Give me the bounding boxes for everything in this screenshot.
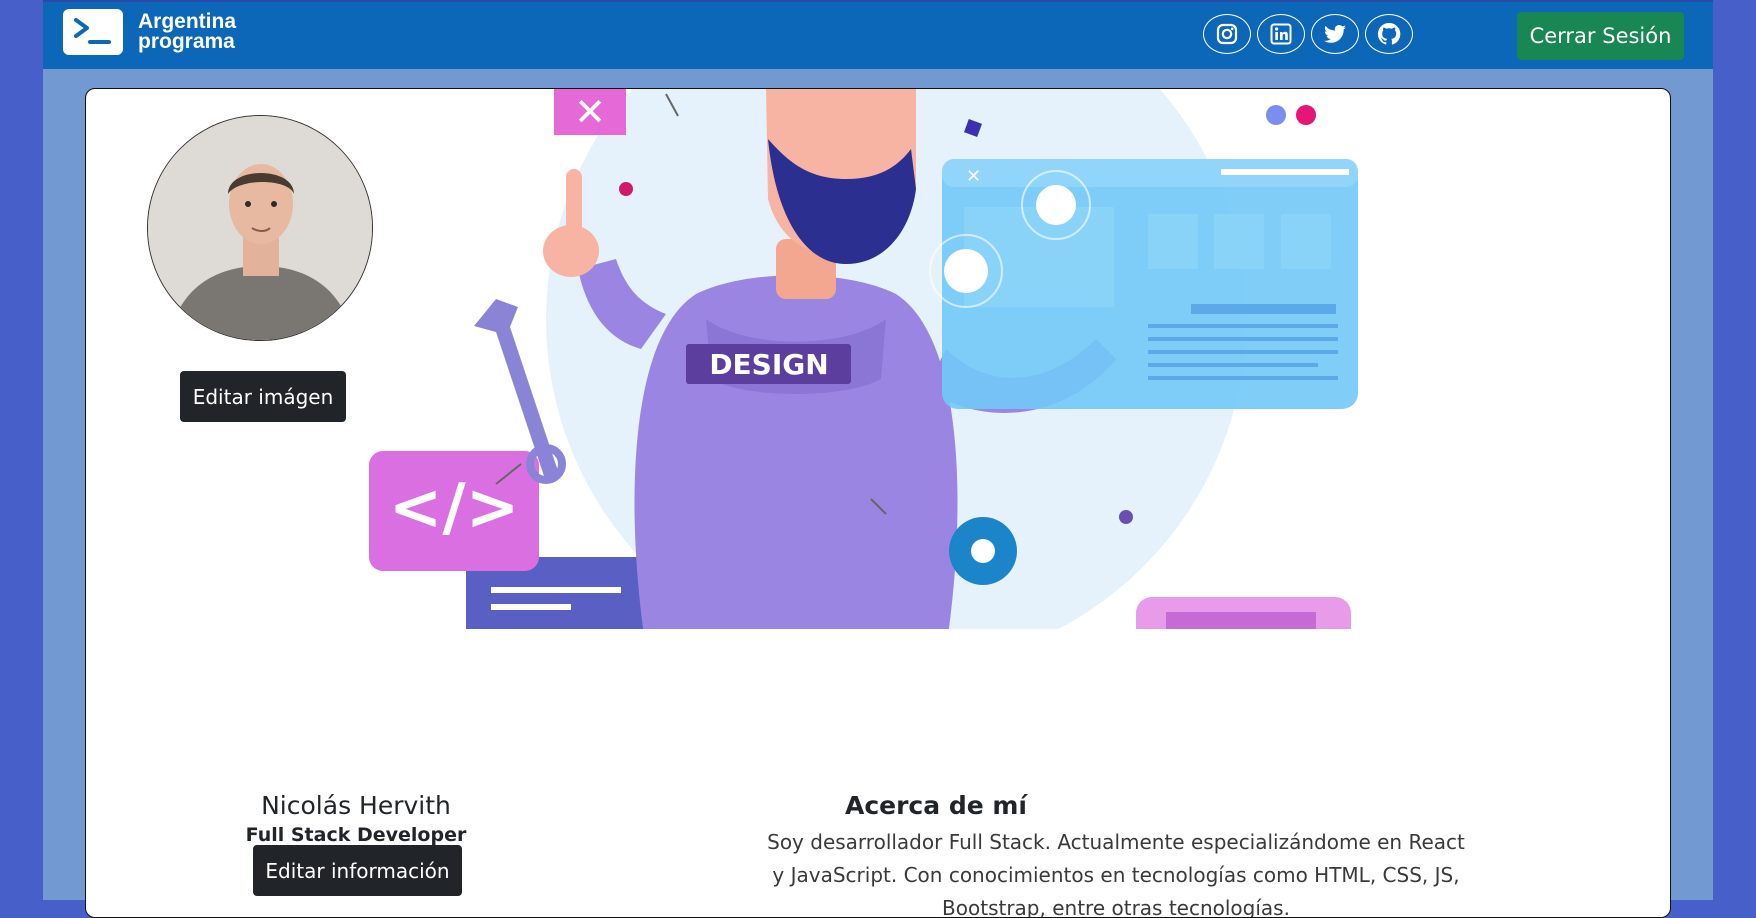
brand-logo[interactable]: Argentina programa [63,9,236,55]
brand-name: Argentina programa [138,10,237,53]
social-links [1203,14,1413,54]
profile-role: Full Stack Developer [245,824,467,846]
github-icon [1377,22,1401,45]
profile-name: Nicolás Hervith [261,791,451,820]
linkedin-link[interactable] [1257,14,1305,54]
instagram-link[interactable] [1203,14,1251,54]
brand-line-1: Argentina [138,10,237,33]
terminal-icon [63,9,123,55]
navbar: Argentina programa Cerrar Sesión [43,0,1713,69]
page-shell: Argentina programa Cerrar Sesión </> DES… [43,0,1713,918]
github-link[interactable] [1365,14,1413,54]
about-title: Acerca de mí [844,791,1028,820]
linkedin-icon [1270,23,1292,45]
about-text: Soy desarrollador Full Stack. Actualment… [767,830,1465,918]
twitter-link[interactable] [1311,14,1359,54]
profile-card: </> DESIGN ✕ ✕ Editar imágen Nicolás Her… [85,88,1671,918]
edit-info-button[interactable]: Editar información [253,845,462,896]
svg-text:✕: ✕ [574,90,606,134]
brand-line-2: programa [138,30,235,53]
twitter-icon [1324,25,1346,43]
shirt-label: DESIGN [709,348,828,381]
profile-avatar [147,115,373,341]
edit-image-button[interactable]: Editar imágen [180,371,346,422]
logout-button[interactable]: Cerrar Sesión [1517,12,1684,60]
svg-text:✕: ✕ [966,166,981,187]
instagram-icon [1216,23,1238,45]
